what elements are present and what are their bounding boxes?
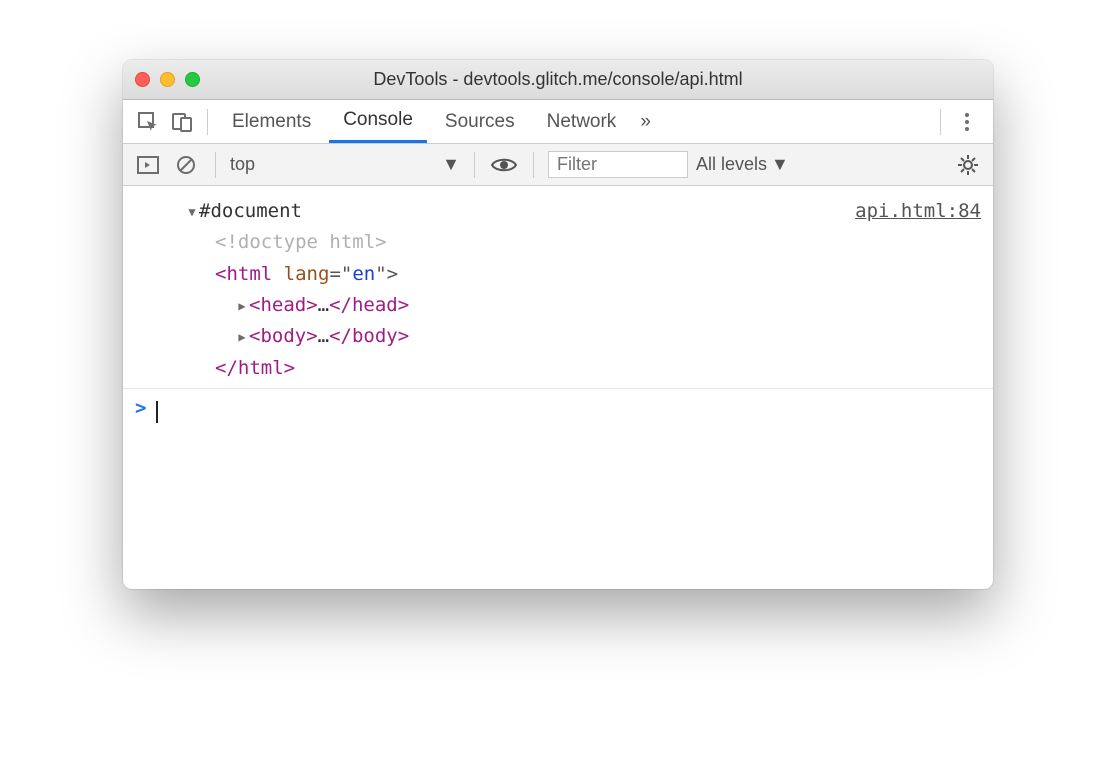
- tab-console[interactable]: Console: [329, 100, 427, 143]
- text-cursor: [156, 401, 158, 423]
- levels-label: All levels: [696, 154, 767, 175]
- prompt-caret-icon: >: [135, 397, 146, 419]
- disclosure-triangle-icon[interactable]: [235, 289, 249, 320]
- context-selector[interactable]: top ▼: [230, 154, 460, 175]
- separator: [474, 152, 475, 178]
- tab-sources[interactable]: Sources: [431, 100, 529, 143]
- dom-tree: #document <!doctype html> <html lang="en…: [135, 196, 409, 384]
- separator: [215, 152, 216, 178]
- log-levels-selector[interactable]: All levels ▼: [696, 154, 789, 175]
- inspect-element-icon[interactable]: [133, 107, 163, 137]
- tree-node-head[interactable]: <head>…</head>: [185, 290, 409, 321]
- tab-network[interactable]: Network: [533, 100, 631, 143]
- traffic-lights: [135, 72, 200, 87]
- disclosure-triangle-icon[interactable]: [185, 195, 199, 226]
- minimize-window-button[interactable]: [160, 72, 175, 87]
- separator: [533, 152, 534, 178]
- tree-node-document[interactable]: #document: [185, 196, 409, 227]
- console-settings-gear-icon[interactable]: [953, 150, 983, 180]
- context-label: top: [230, 154, 255, 175]
- html-close-tag[interactable]: </html>: [185, 353, 409, 384]
- dropdown-triangle-icon: ▼: [442, 154, 460, 175]
- console-output: #document <!doctype html> <html lang="en…: [123, 186, 993, 389]
- console-toolbar: top ▼ All levels ▼: [123, 144, 993, 186]
- tabs-row: Elements Console Sources Network »: [123, 100, 993, 144]
- window-title: DevTools - devtools.glitch.me/console/ap…: [123, 69, 993, 90]
- console-sidebar-toggle-icon[interactable]: [133, 150, 163, 180]
- live-expression-eye-icon[interactable]: [489, 150, 519, 180]
- kebab-menu-icon[interactable]: [951, 111, 983, 133]
- separator: [940, 109, 941, 135]
- tree-node-body[interactable]: <body>…</body>: [185, 321, 409, 352]
- close-window-button[interactable]: [135, 72, 150, 87]
- titlebar: DevTools - devtools.glitch.me/console/ap…: [123, 60, 993, 100]
- filter-input[interactable]: [548, 151, 688, 178]
- device-toggle-icon[interactable]: [167, 107, 197, 137]
- dropdown-triangle-icon: ▼: [771, 154, 789, 175]
- source-location-link[interactable]: api.html:84: [855, 196, 981, 384]
- tabs-overflow[interactable]: »: [634, 100, 657, 143]
- zoom-window-button[interactable]: [185, 72, 200, 87]
- tab-elements[interactable]: Elements: [218, 100, 325, 143]
- document-label: #document: [199, 200, 302, 222]
- console-prompt-row[interactable]: >: [123, 389, 993, 589]
- doctype-node[interactable]: <!doctype html>: [185, 227, 409, 258]
- devtools-window: DevTools - devtools.glitch.me/console/ap…: [123, 60, 993, 589]
- html-open-tag[interactable]: <html lang="en">: [185, 259, 409, 290]
- disclosure-triangle-icon[interactable]: [235, 320, 249, 351]
- clear-console-icon[interactable]: [171, 150, 201, 180]
- separator: [207, 109, 208, 135]
